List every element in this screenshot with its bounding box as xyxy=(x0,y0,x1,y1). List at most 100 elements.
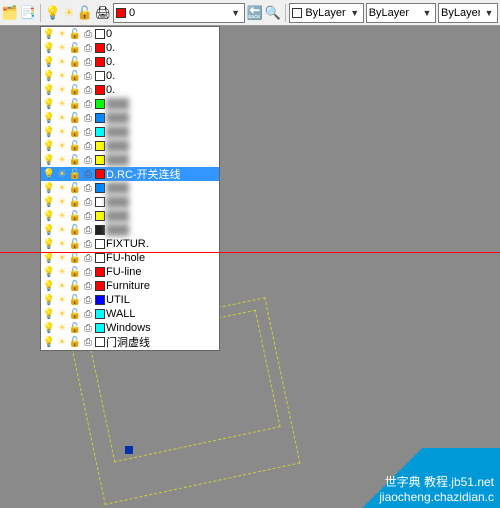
layer-name: ███ xyxy=(106,154,129,166)
layer-row[interactable]: 💡☀🔓⎙███ xyxy=(41,195,219,209)
qlayer-icon[interactable]: 🗂️ xyxy=(2,5,18,21)
bulb-icon: 💡 xyxy=(43,42,55,54)
layer-row[interactable]: 💡☀🔓⎙0. xyxy=(41,55,219,69)
layer-states-icon[interactable]: 📑 xyxy=(20,5,36,21)
layer-color-swatch xyxy=(95,71,105,81)
layer-row[interactable]: 💡☀🔓⎙███ xyxy=(41,223,219,237)
layer-row[interactable]: 💡☀🔓⎙███ xyxy=(41,111,219,125)
sun-icon: ☀ xyxy=(56,126,68,138)
toolbar: 🗂️ 📑 💡 ☀ 🔓 🖨 0 ▼ 🔙 🔍 ByLayer ▼ ByLayer ▼… xyxy=(0,0,500,26)
lock-icon: 🔓 xyxy=(69,168,81,180)
plot-icon: ⎙ xyxy=(82,308,94,320)
watermark-line1: 世字典 教程.jb51.net xyxy=(385,473,494,490)
bulb-icon: 💡 xyxy=(43,238,55,250)
lock-icon: 🔓 xyxy=(69,98,81,110)
plot-icon: ⎙ xyxy=(82,56,94,68)
sun-icon: ☀ xyxy=(56,294,68,306)
sun-icon: ☀ xyxy=(56,196,68,208)
sun-icon: ☀ xyxy=(56,280,68,292)
lock-icon: 🔓 xyxy=(69,238,81,250)
layer-row[interactable]: 💡☀🔓⎙███ xyxy=(41,125,219,139)
sun-icon[interactable]: ☀ xyxy=(63,5,75,21)
sun-icon: ☀ xyxy=(56,140,68,152)
sun-icon: ☀ xyxy=(56,336,68,348)
guide-line xyxy=(0,252,500,253)
chevron-down-icon: ▼ xyxy=(349,8,361,18)
lock-icon: 🔓 xyxy=(69,350,81,351)
layer-row[interactable]: 💡☀🔓⎙███ xyxy=(41,209,219,223)
layer-name: ███ xyxy=(106,196,129,208)
layer-name: Furniture xyxy=(106,280,150,292)
lock-icon[interactable]: 🔓 xyxy=(77,5,93,21)
layer-row[interactable]: 💡☀🔓⎙Windows xyxy=(41,321,219,335)
layer-row[interactable]: 💡☀🔓⎙FIXTUR. xyxy=(41,237,219,251)
bulb-icon[interactable]: 💡 xyxy=(45,5,61,21)
lock-icon: 🔓 xyxy=(69,196,81,208)
layer-name: 0. xyxy=(106,84,115,96)
layer-color-swatch xyxy=(95,323,105,333)
layer-color-swatch xyxy=(95,169,105,179)
layer-color-swatch xyxy=(95,43,105,53)
bulb-icon: 💡 xyxy=(43,350,55,351)
layer-row[interactable]: 💡☀🔓⎙D.RC-开关连线 xyxy=(41,167,219,181)
layer-name: 细线 xyxy=(106,348,128,351)
bulb-icon: 💡 xyxy=(43,112,55,124)
layer-name: ███ xyxy=(106,112,129,124)
plot-icon: ⎙ xyxy=(82,182,94,194)
linetype-combo-text: ByLayer xyxy=(369,7,418,19)
selection-grip[interactable] xyxy=(125,446,133,454)
layer-row[interactable]: 💡☀🔓⎙0. xyxy=(41,41,219,55)
layer-color-swatch xyxy=(95,239,105,249)
layer-row[interactable]: 💡☀🔓⎙UTIL xyxy=(41,293,219,307)
lineweight-combo[interactable]: ByLayer ▼ xyxy=(438,3,498,23)
layer-name: FU-line xyxy=(106,266,141,278)
layer-color-swatch xyxy=(95,155,105,165)
sun-icon: ☀ xyxy=(56,210,68,222)
layer-row[interactable]: 💡☀🔓⎙FU-line xyxy=(41,265,219,279)
layer-match-icon[interactable]: 🔍 xyxy=(265,5,281,21)
layer-name: FU-hole xyxy=(106,252,145,264)
layer-name: ███ xyxy=(106,182,129,194)
layer-row[interactable]: 💡☀🔓⎙0. xyxy=(41,69,219,83)
sun-icon: ☀ xyxy=(56,266,68,278)
layer-name: ███ xyxy=(106,98,129,110)
layer-name: 0. xyxy=(106,70,115,82)
bulb-icon: 💡 xyxy=(43,168,55,180)
lock-icon: 🔓 xyxy=(69,154,81,166)
layer-name: Windows xyxy=(106,322,151,334)
lock-icon: 🔓 xyxy=(69,266,81,278)
bulb-icon: 💡 xyxy=(43,28,55,40)
plot-icon: ⎙ xyxy=(82,322,94,334)
layer-row[interactable]: 💡☀🔓⎙门洞虚线 xyxy=(41,335,219,349)
plot-icon: ⎙ xyxy=(82,42,94,54)
color-combo[interactable]: ByLayer ▼ xyxy=(289,3,363,23)
plot-icon: ⎙ xyxy=(82,252,94,264)
layer-row[interactable]: 💡☀🔓⎙███ xyxy=(41,153,219,167)
color-combo-text: ByLayer xyxy=(305,7,345,19)
layer-row[interactable]: 💡☀🔓⎙███ xyxy=(41,139,219,153)
layer-prev-icon[interactable]: 🔙 xyxy=(247,5,263,21)
bulb-icon: 💡 xyxy=(43,98,55,110)
lock-icon: 🔓 xyxy=(69,42,81,54)
plot-icon: ⎙ xyxy=(82,350,94,351)
layer-color-swatch xyxy=(95,225,105,235)
layer-row[interactable]: 💡☀🔓⎙0 xyxy=(41,27,219,41)
layer-row[interactable]: 💡☀🔓⎙WALL xyxy=(41,307,219,321)
layer-row[interactable]: 💡☀🔓⎙███ xyxy=(41,97,219,111)
layer-dropdown-list[interactable]: 💡☀🔓⎙0💡☀🔓⎙0.💡☀🔓⎙0.💡☀🔓⎙0.💡☀🔓⎙0.💡☀🔓⎙███💡☀🔓⎙… xyxy=(40,26,220,351)
layer-combo[interactable]: 0 ▼ xyxy=(113,3,245,23)
layer-name: D.RC-开关连线 xyxy=(106,166,181,182)
plot-icon: ⎙ xyxy=(82,336,94,348)
plot-icon: ⎙ xyxy=(82,154,94,166)
layer-row[interactable]: 💡☀🔓⎙0. xyxy=(41,83,219,97)
sun-icon: ☀ xyxy=(56,84,68,96)
linetype-combo[interactable]: ByLayer ▼ xyxy=(366,3,436,23)
layer-color-swatch xyxy=(95,183,105,193)
plot-icon[interactable]: 🖨 xyxy=(95,5,111,21)
lock-icon: 🔓 xyxy=(69,112,81,124)
lock-icon: 🔓 xyxy=(69,308,81,320)
sun-icon: ☀ xyxy=(56,70,68,82)
layer-row[interactable]: 💡☀🔓⎙FU-hole xyxy=(41,251,219,265)
layer-row[interactable]: 💡☀🔓⎙Furniture xyxy=(41,279,219,293)
layer-row[interactable]: 💡☀🔓⎙███ xyxy=(41,181,219,195)
